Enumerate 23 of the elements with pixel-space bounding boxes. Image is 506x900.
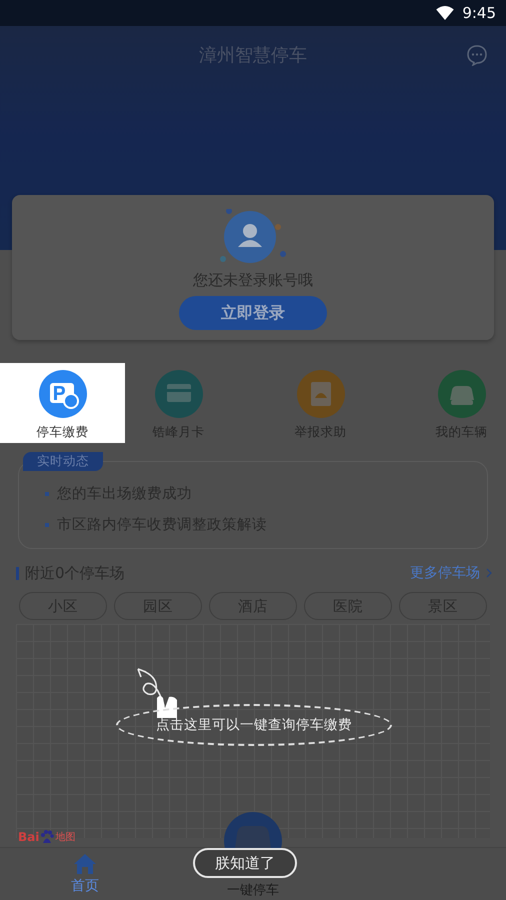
card-icon (154, 370, 202, 418)
nav-tab[interactable]: 首页 (0, 848, 170, 900)
car-icon (438, 370, 486, 418)
login-button[interactable]: 立即登录 (179, 296, 327, 330)
status-time: 9:45 (462, 4, 496, 22)
paw-icon (40, 830, 54, 844)
message-icon[interactable] (466, 44, 488, 66)
notepad-icon (296, 370, 344, 418)
bullet-icon (45, 492, 49, 496)
section-marker (16, 566, 19, 580)
chevron-icon (486, 568, 492, 578)
wifi-icon (436, 6, 454, 20)
shortcut-item[interactable]: 停车缴费 (0, 363, 125, 443)
parking-fee-icon (38, 370, 86, 418)
guide-hint: 点击这里可以一键查询停车缴费 (156, 716, 352, 734)
shortcut-label: 停车缴费 (36, 424, 88, 441)
news-tag: 实时动态 (23, 452, 103, 471)
map-logo-text: 地图 (55, 830, 76, 844)
bullet-icon (45, 522, 49, 526)
map-logo-text: Bai (18, 830, 40, 844)
home-icon (73, 853, 97, 875)
dismiss-button[interactable]: 朕知道了 (193, 848, 297, 878)
more-parking-link[interactable]: 更多停车场 (410, 564, 480, 582)
